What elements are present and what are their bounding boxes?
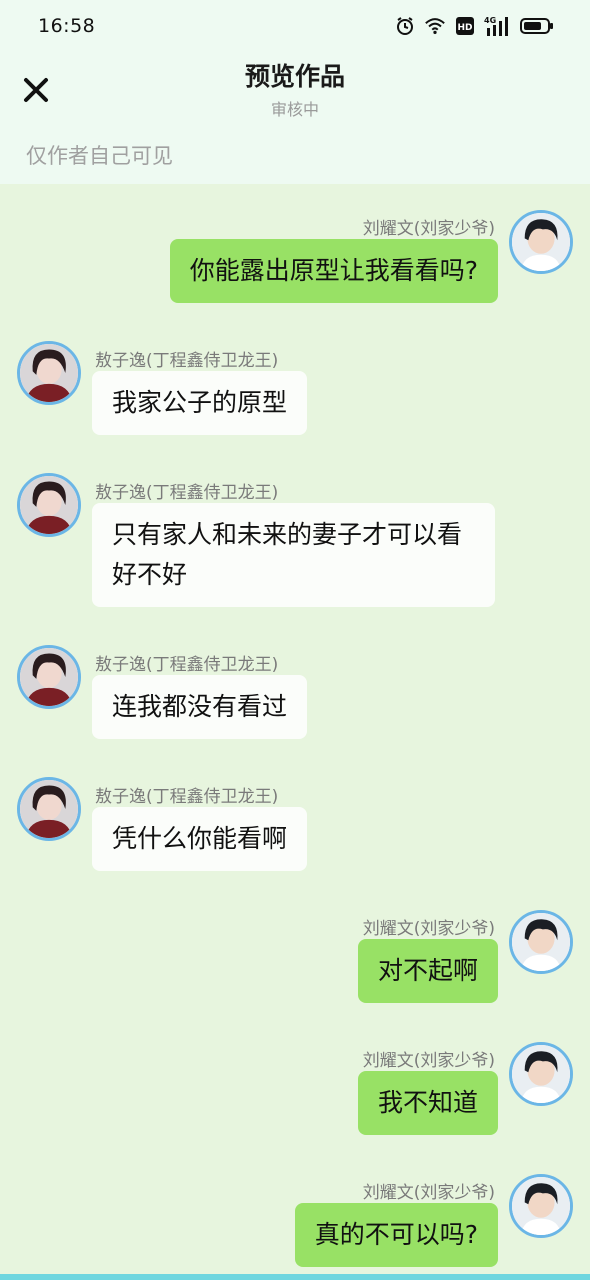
status-icons: HD 4G	[394, 15, 554, 37]
sender-name: 敖子逸(丁程鑫侍卫龙王)	[95, 655, 279, 675]
hd-label: HD	[457, 23, 472, 33]
avatar[interactable]	[509, 1174, 573, 1238]
message-item: 刘耀文(刘家少爷) 对不起啊	[0, 882, 590, 1014]
hd-icon: HD	[454, 15, 476, 37]
sender-name: 刘耀文(刘家少爷)	[362, 919, 495, 939]
sender-name: 刘耀文(刘家少爷)	[362, 1183, 495, 1203]
message-item: 刘耀文(刘家少爷) 真的不可以吗?	[0, 1146, 590, 1274]
avatar[interactable]	[17, 777, 81, 841]
avatar[interactable]	[17, 341, 81, 405]
avatar[interactable]	[17, 473, 81, 537]
message-item: 刘耀文(刘家少爷) 我不知道	[0, 1014, 590, 1146]
status-time: 16:58	[38, 15, 96, 37]
message-bubble[interactable]: 连我都没有看过	[92, 675, 308, 739]
message-item: 敖子逸(丁程鑫侍卫龙王) 只有家人和未来的妻子才可以看好不好	[0, 446, 590, 618]
sender-name: 刘耀文(刘家少爷)	[362, 1051, 495, 1071]
message-item: 敖子逸(丁程鑫侍卫龙王) 我家公子的原型	[0, 314, 590, 446]
sender-name: 敖子逸(丁程鑫侍卫龙王)	[95, 483, 279, 503]
chat-area[interactable]: 刘耀文(刘家少爷) 你能露出原型让我看看吗? 敖子逸(丁程鑫侍卫龙王) 我家公子…	[0, 184, 590, 1274]
message-item: 敖子逸(丁程鑫侍卫龙王) 连我都没有看过	[0, 618, 590, 750]
sender-name: 敖子逸(丁程鑫侍卫龙王)	[95, 351, 279, 371]
page-title: 预览作品	[244, 62, 345, 91]
avatar[interactable]	[17, 645, 81, 709]
header: 预览作品 审核中 仅作者自己可见	[0, 52, 590, 184]
message-item: 刘耀文(刘家少爷) 你能露出原型让我看看吗?	[0, 184, 590, 314]
title-wrap: 预览作品 审核中	[0, 60, 590, 120]
app-root: 16:58 HD 4G 预览作品 审核中 仅作者自己可见 刘耀文(刘家少爷) 你…	[0, 0, 590, 1280]
visibility-note: 仅作者自己可见	[26, 144, 173, 168]
battery-icon	[520, 15, 554, 37]
wifi-icon	[424, 15, 446, 37]
message-bubble[interactable]: 你能露出原型让我看看吗?	[169, 239, 498, 303]
avatar[interactable]	[509, 1042, 573, 1106]
message-item: 敖子逸(丁程鑫侍卫龙王) 凭什么你能看啊	[0, 750, 590, 882]
avatar[interactable]	[509, 210, 573, 274]
sender-name: 刘耀文(刘家少爷)	[362, 219, 495, 239]
sender-name: 敖子逸(丁程鑫侍卫龙王)	[95, 787, 279, 807]
message-bubble[interactable]: 真的不可以吗?	[294, 1203, 498, 1267]
status-bar: 16:58 HD 4G	[0, 0, 590, 52]
message-bubble[interactable]: 我家公子的原型	[92, 371, 308, 435]
signal-4g-icon: 4G	[484, 15, 512, 37]
message-bubble[interactable]: 只有家人和未来的妻子才可以看好不好	[92, 503, 495, 607]
message-bubble[interactable]: 我不知道	[357, 1071, 498, 1135]
page-subtitle: 审核中	[270, 100, 319, 119]
alarm-icon	[394, 15, 416, 37]
message-bubble[interactable]: 对不起啊	[357, 939, 498, 1003]
network-label: 4G	[484, 16, 496, 25]
avatar[interactable]	[509, 910, 573, 974]
message-bubble[interactable]: 凭什么你能看啊	[92, 807, 308, 871]
bottom-accent-bar	[0, 1274, 590, 1280]
